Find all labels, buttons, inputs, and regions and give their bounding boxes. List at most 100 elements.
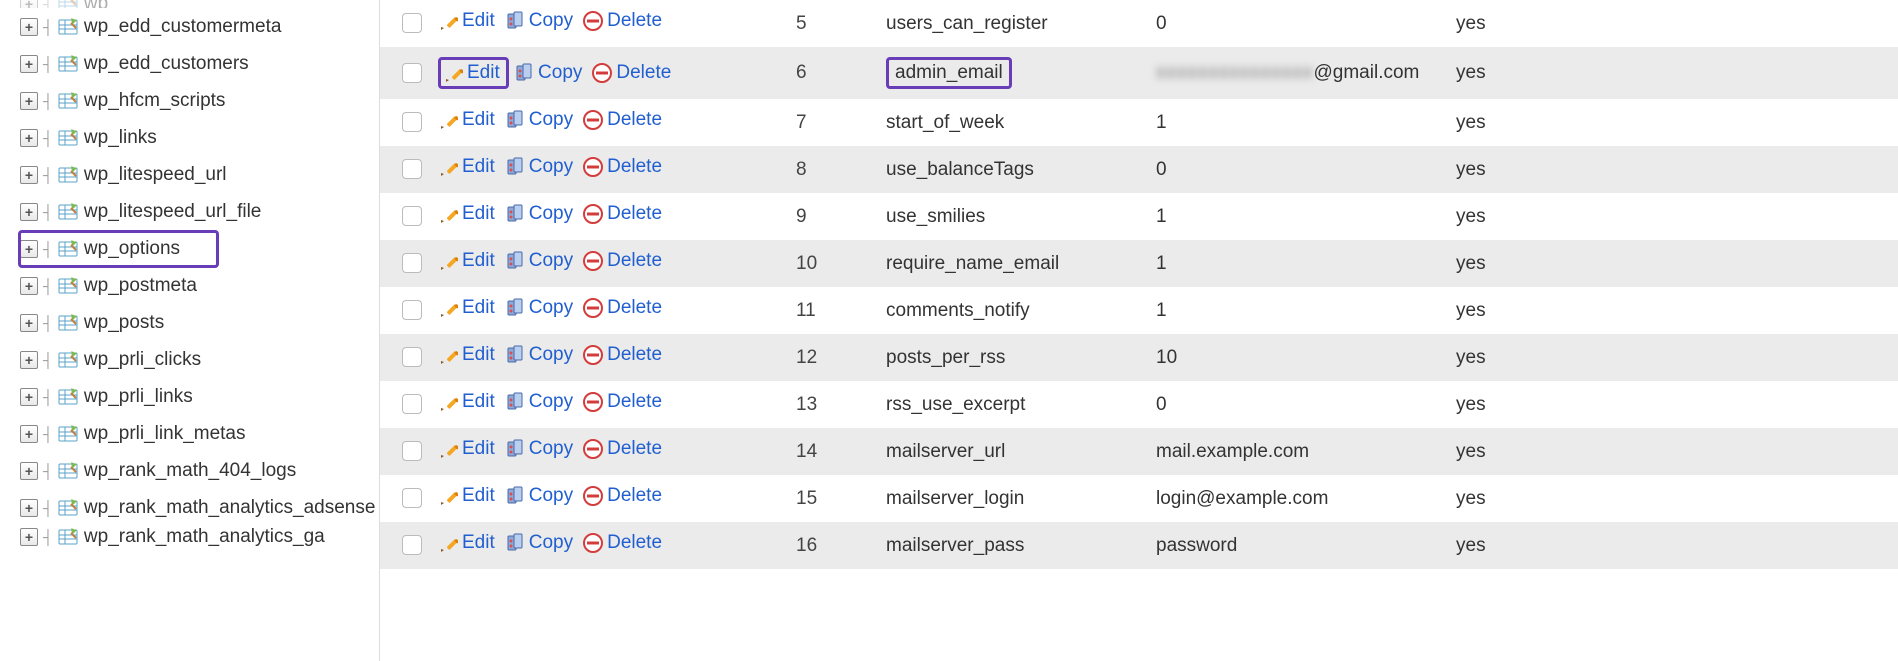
edit-button[interactable]: Edit [438, 156, 495, 178]
expand-icon[interactable]: + [20, 240, 38, 258]
delete-button[interactable]: Delete [583, 203, 662, 225]
sidebar-item-wp-prli-link-metas[interactable]: +┤wp_prli_link_metas [0, 415, 379, 452]
sidebar-item-wp-rank-math-analytics-adsense[interactable]: +┤wp_rank_math_analytics_adsense [0, 489, 379, 526]
copy-button[interactable]: Copy [505, 485, 573, 507]
sidebar-item-wp-edd-customers[interactable]: +┤wp_edd_customers [0, 45, 379, 82]
delete-button[interactable]: Delete [583, 109, 662, 131]
row-checkbox[interactable] [402, 13, 422, 33]
expand-icon[interactable]: + [20, 92, 38, 110]
option-id: 9 [790, 193, 880, 240]
sidebar-item-wp-options[interactable]: +┤wp_options [0, 230, 379, 267]
expand-icon[interactable]: + [20, 203, 38, 221]
expand-icon[interactable]: + [20, 0, 38, 8]
row-checkbox[interactable] [402, 488, 422, 508]
delete-button[interactable]: Delete [583, 297, 662, 319]
table-row: Edit CopyDelete6admin_emailxxxxxxxxxxxxx… [380, 47, 1898, 99]
edit-button[interactable]: Edit [438, 10, 495, 32]
action-cell: Edit Copy Delete [430, 287, 790, 334]
copy-button[interactable]: Copy [505, 532, 573, 554]
edit-button[interactable]: Edit [438, 438, 495, 460]
delete-label: Delete [607, 109, 662, 131]
tree-line: ┤ [43, 93, 53, 109]
sidebar-item-wp-litespeed-url[interactable]: +┤wp_litespeed_url [0, 156, 379, 193]
copy-label: Copy [529, 10, 573, 32]
sidebar-item-wp-postmeta[interactable]: +┤wp_postmeta [0, 267, 379, 304]
expand-icon[interactable]: + [20, 528, 38, 546]
option-name: mailserver_pass [880, 522, 1150, 569]
row-checkbox[interactable] [402, 112, 422, 132]
copy-button[interactable]: Copy [505, 203, 573, 225]
delete-button[interactable]: Delete [583, 156, 662, 178]
copy-button[interactable]: Copy [505, 10, 573, 32]
sidebar-item-wp-litespeed-url-file[interactable]: +┤wp_litespeed_url_file [0, 193, 379, 230]
sidebar-item-wp-prli-links[interactable]: +┤wp_prli_links [0, 378, 379, 415]
sidebar-item-wp-links[interactable]: +┤wp_links [0, 119, 379, 156]
delete-button[interactable]: Delete [583, 250, 662, 272]
pencil-icon [438, 110, 458, 130]
copy-button[interactable]: Copy [505, 391, 573, 413]
expand-icon[interactable]: + [20, 351, 38, 369]
delete-button[interactable]: Delete [592, 62, 671, 84]
delete-button[interactable]: Delete [583, 10, 662, 32]
copy-button[interactable]: Copy [505, 156, 573, 178]
pencil-icon [438, 533, 458, 553]
row-checkbox[interactable] [402, 253, 422, 273]
copy-button[interactable]: Copy [514, 62, 582, 84]
delete-label: Delete [607, 485, 662, 507]
sidebar-item-wp-[interactable]: +┤wp_ [0, 0, 379, 8]
edit-button[interactable]: Edit [438, 250, 495, 272]
table-icon [58, 0, 78, 8]
row-checkbox[interactable] [402, 63, 422, 83]
row-checkbox[interactable] [402, 535, 422, 555]
delete-button[interactable]: Delete [583, 485, 662, 507]
expand-icon[interactable]: + [20, 314, 38, 332]
edit-button[interactable]: Edit [438, 532, 495, 554]
expand-icon[interactable]: + [20, 129, 38, 147]
row-checkbox[interactable] [402, 206, 422, 226]
delete-button[interactable]: Delete [583, 438, 662, 460]
delete-button[interactable]: Delete [583, 391, 662, 413]
edit-button[interactable]: Edit [438, 391, 495, 413]
expand-icon[interactable]: + [20, 388, 38, 406]
sidebar-item-wp-rank-math-404-logs[interactable]: +┤wp_rank_math_404_logs [0, 452, 379, 489]
edit-button[interactable]: Edit [438, 485, 495, 507]
edit-button[interactable]: Edit [438, 297, 495, 319]
delete-label: Delete [607, 156, 662, 178]
option-value: 1 [1150, 240, 1450, 287]
option-value: 0 [1150, 381, 1450, 428]
expand-icon[interactable]: + [20, 166, 38, 184]
sidebar-item-label: wp_prli_links [84, 386, 193, 408]
delete-label: Delete [607, 532, 662, 554]
row-checkbox[interactable] [402, 300, 422, 320]
copy-button[interactable]: Copy [505, 297, 573, 319]
row-checkbox[interactable] [402, 159, 422, 179]
row-checkbox[interactable] [402, 347, 422, 367]
edit-button[interactable]: Edit [438, 109, 495, 131]
sidebar-item-wp-rank-math-analytics-ga[interactable]: +┤wp_rank_math_analytics_ga [0, 526, 379, 548]
sidebar-item-wp-edd-customermeta[interactable]: +┤wp_edd_customermeta [0, 8, 379, 45]
sidebar-item-wp-posts[interactable]: +┤wp_posts [0, 304, 379, 341]
copy-icon [505, 486, 525, 506]
expand-icon[interactable]: + [20, 425, 38, 443]
option-id: 15 [790, 475, 880, 522]
expand-icon[interactable]: + [20, 277, 38, 295]
expand-icon[interactable]: + [20, 462, 38, 480]
copy-button[interactable]: Copy [505, 344, 573, 366]
expand-icon[interactable]: + [20, 55, 38, 73]
row-checkbox[interactable] [402, 394, 422, 414]
sidebar-item-wp-prli-clicks[interactable]: +┤wp_prli_clicks [0, 341, 379, 378]
row-checkbox[interactable] [402, 441, 422, 461]
edit-button[interactable]: Edit [438, 203, 495, 225]
delete-button[interactable]: Delete [583, 532, 662, 554]
edit-button[interactable]: Edit [438, 344, 495, 366]
sidebar-item-label: wp_rank_math_404_logs [84, 460, 296, 482]
copy-button[interactable]: Copy [505, 109, 573, 131]
delete-button[interactable]: Delete [583, 344, 662, 366]
edit-button[interactable]: Edit [443, 62, 500, 84]
expand-icon[interactable]: + [20, 18, 38, 36]
sidebar-item-wp-hfcm-scripts[interactable]: +┤wp_hfcm_scripts [0, 82, 379, 119]
copy-button[interactable]: Copy [505, 250, 573, 272]
copy-button[interactable]: Copy [505, 438, 573, 460]
option-value: xxxxxxxxxxxxxxx@gmail.com [1150, 47, 1450, 99]
expand-icon[interactable]: + [20, 499, 38, 517]
